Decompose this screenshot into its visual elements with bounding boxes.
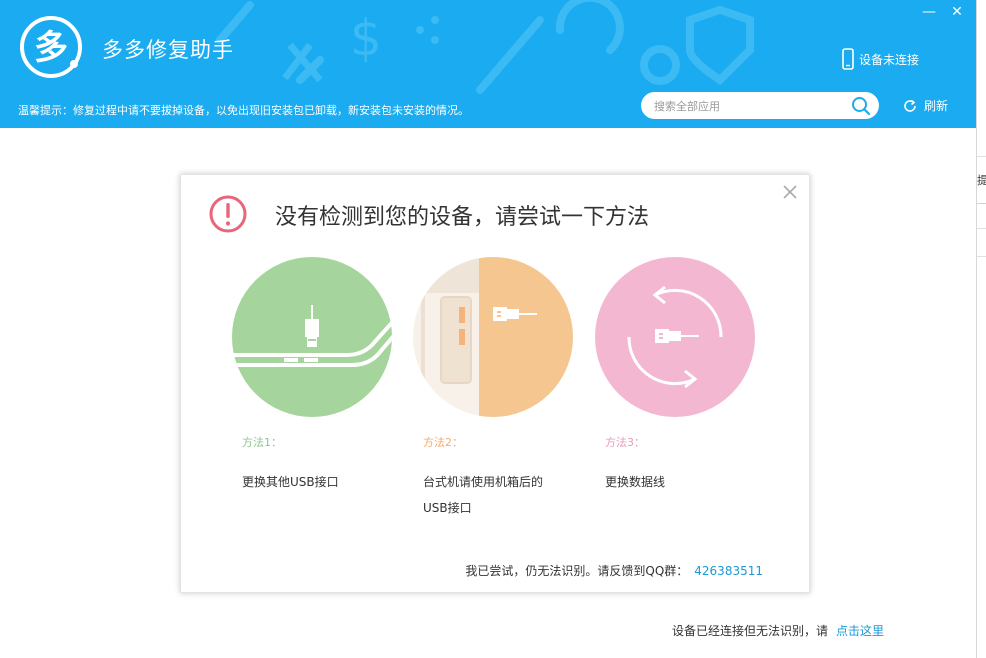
feedback-line: 我已尝试，仍无法识别。请反馈到QQ群： 426383511 — [465, 562, 763, 579]
warning-tip: 温馨提示：修复过程中请不要拔掉设备，以免出现旧安装包已卸载，新安装包未安装的情况… — [18, 104, 469, 117]
laptop-usb-illustration — [232, 257, 392, 417]
search-icon[interactable] — [851, 96, 871, 116]
method-2-desc-line1: 台式机请使用机箱后的 — [423, 475, 544, 489]
method-1: 方法1： 更换其他USB接口 — [232, 257, 402, 489]
method-3-label: 方法3： — [605, 436, 645, 449]
app-logo: 多 — [20, 16, 82, 78]
method-3-desc: 更换数据线 — [605, 475, 666, 489]
method-2-label: 方法2： — [423, 436, 463, 449]
close-button[interactable]: ✕ — [946, 2, 968, 22]
app-title: 多多修复助手 — [102, 38, 234, 62]
svg-text:$: $ — [350, 9, 382, 67]
minimize-button[interactable]: — — [918, 2, 940, 22]
qq-group-number[interactable]: 426383511 — [694, 564, 763, 578]
click-here-link[interactable]: 点击这里 — [836, 624, 884, 638]
search-input[interactable] — [652, 92, 849, 121]
device-not-detected-dialog: 没有检测到您的设备，请尝试一下方法 方法1： 更换其他USB接口 方法2： 台式… — [180, 174, 810, 593]
desktop-usb-illustration — [413, 257, 573, 417]
warning-icon — [209, 195, 247, 233]
search-box[interactable] — [641, 92, 879, 121]
background-window-edge: 提 — [976, 0, 986, 658]
method-1-desc: 更换其他USB接口 — [242, 475, 339, 489]
edge-glyph: 提 — [977, 174, 986, 187]
header: $ 多 多多修复助手 温馨提示：修复过程中请不要拔掉设备，以免出现旧安装包已卸载… — [0, 0, 976, 128]
cable-swap-illustration — [595, 257, 755, 417]
method-2-desc-line2: USB接口 — [423, 501, 472, 515]
bottom-note: 设备已经连接但无法识别，请 点击这里 — [672, 622, 884, 639]
bottom-note-text: 设备已经连接但无法识别，请 — [672, 624, 829, 638]
svg-text:多: 多 — [34, 28, 68, 68]
phone-icon — [842, 48, 854, 70]
method-3: 方法3： 更换数据线 — [595, 257, 765, 489]
method-2: 方法2： 台式机请使用机箱后的 USB接口 — [413, 257, 583, 515]
dialog-title: 没有检测到您的设备，请尝试一下方法 — [275, 205, 650, 230]
refresh-icon — [904, 99, 916, 112]
refresh-label: 刷新 — [924, 99, 949, 113]
method-1-label: 方法1： — [242, 436, 282, 449]
method-2-desc: 台式机请使用机箱后的 USB接口 — [423, 469, 583, 521]
refresh-button[interactable]: 刷新 — [902, 97, 948, 114]
device-status-label: 设备未连接 — [859, 52, 920, 67]
dialog-close-icon[interactable] — [781, 183, 799, 201]
feedback-text: 我已尝试，仍无法识别。请反馈到QQ群： — [465, 564, 689, 578]
device-status: 设备未连接 — [842, 48, 919, 70]
